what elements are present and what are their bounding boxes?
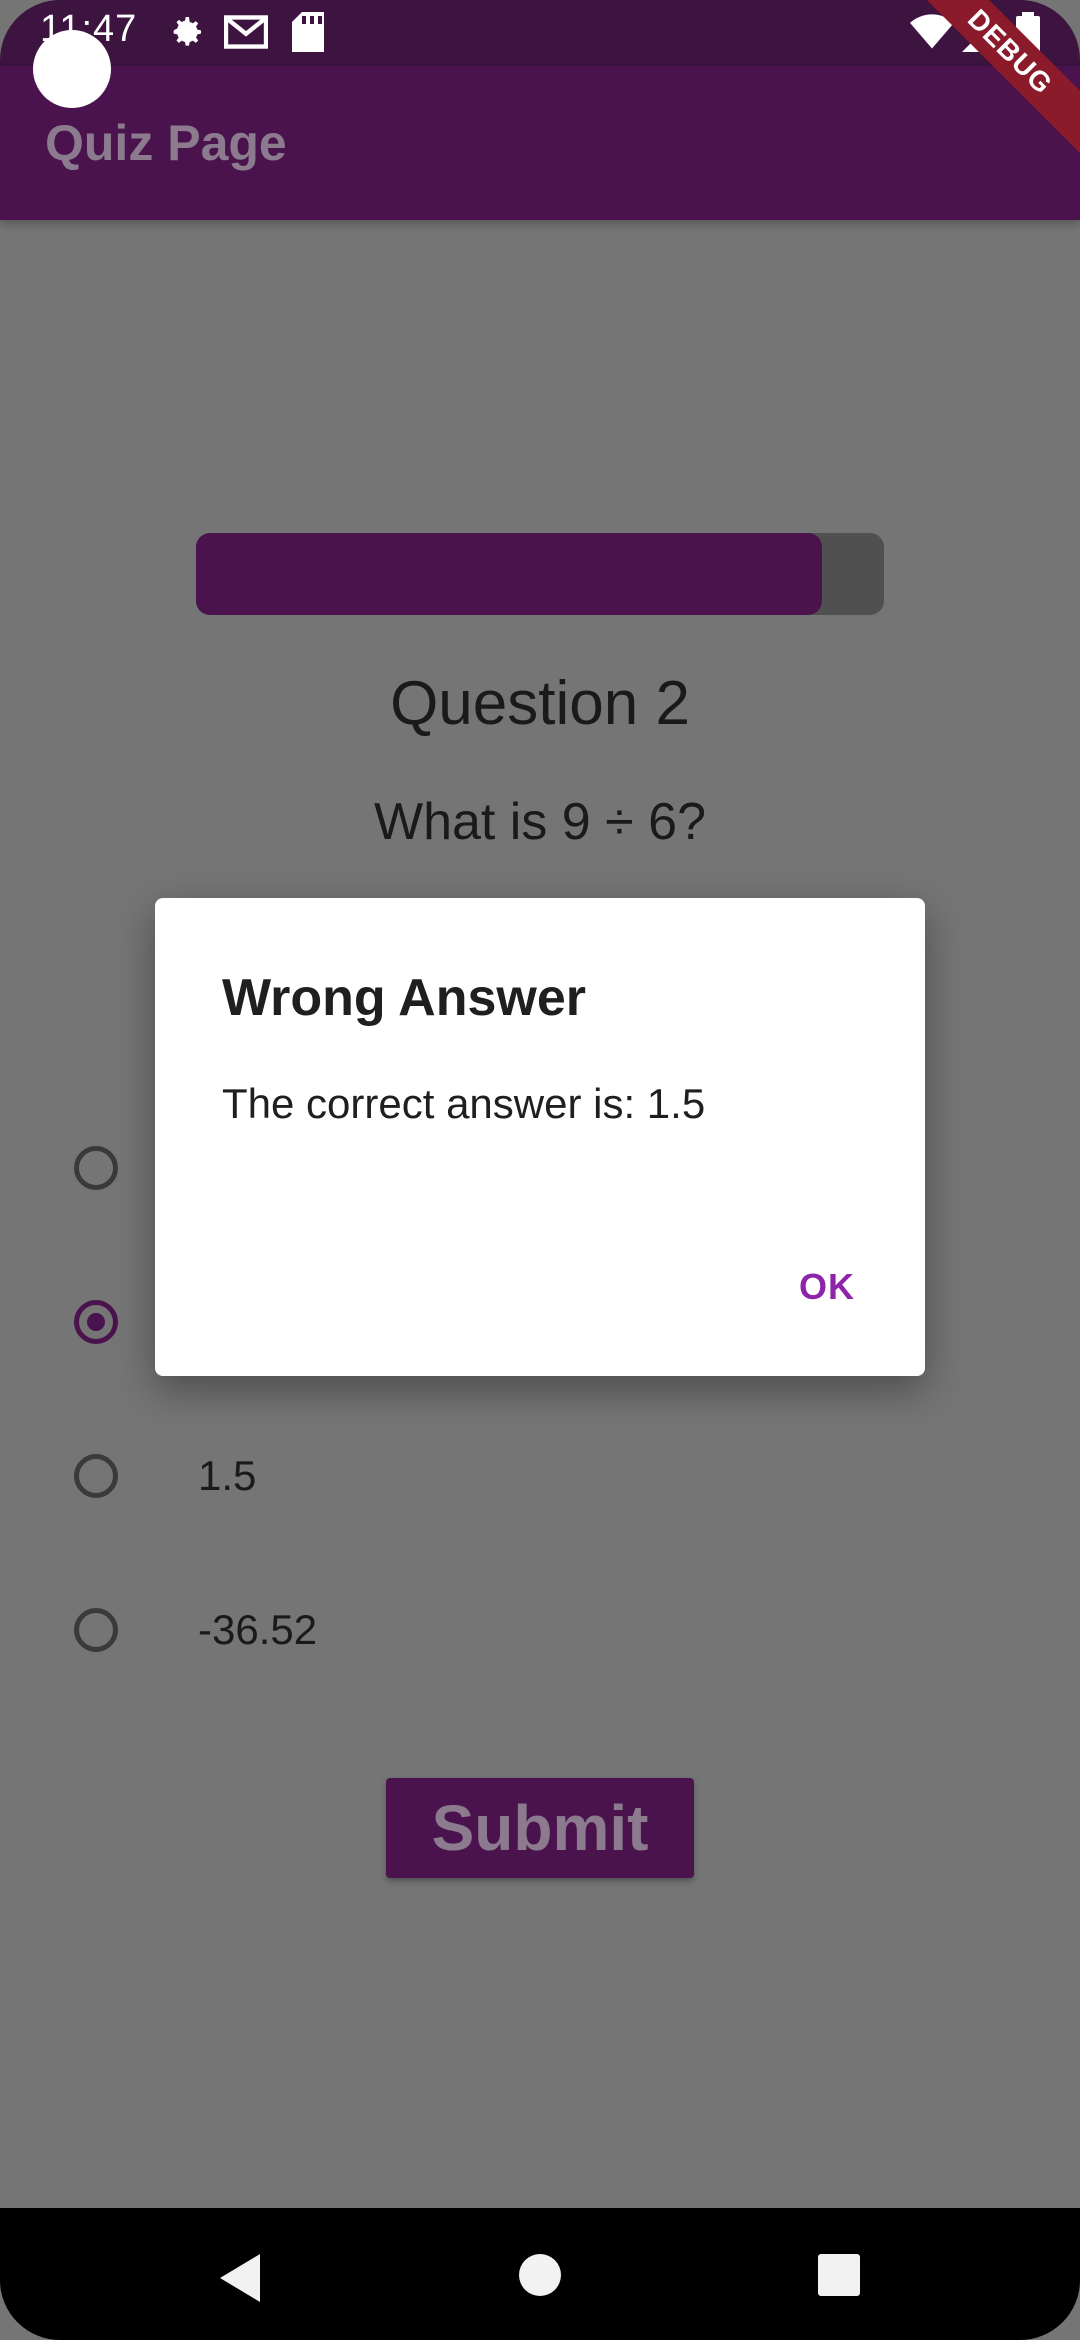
progress-bar bbox=[196, 533, 884, 615]
radio-button[interactable] bbox=[74, 1608, 118, 1652]
ok-button[interactable]: OK bbox=[799, 1266, 855, 1308]
home-icon[interactable] bbox=[519, 2254, 561, 2296]
recents-icon[interactable] bbox=[818, 2254, 860, 2296]
question-title: Question 2 bbox=[390, 669, 690, 738]
settings-gear-icon bbox=[166, 12, 206, 57]
app-bar: Quiz Page bbox=[0, 66, 1080, 220]
progress-fill bbox=[196, 533, 823, 615]
screen: 11:47 Quiz Page DEBUG Question 2 What is… bbox=[0, 0, 1080, 2340]
sd-card-icon bbox=[292, 12, 324, 57]
answer-option-3[interactable]: 1.5 bbox=[0, 1416, 1080, 1536]
dialog-message: The correct answer is: 1.5 bbox=[222, 1080, 706, 1127]
wrong-answer-dialog: Wrong Answer The correct answer is: 1.5 … bbox=[155, 898, 925, 1376]
status-bar: 11:47 bbox=[0, 0, 1080, 66]
answer-option-4[interactable]: -36.52 bbox=[0, 1570, 1080, 1690]
radio-button[interactable] bbox=[74, 1454, 118, 1498]
radio-button-selected[interactable] bbox=[74, 1300, 118, 1344]
page-title: Quiz Page bbox=[45, 115, 287, 171]
dialog-title: Wrong Answer bbox=[222, 969, 587, 1027]
radio-button[interactable] bbox=[74, 1146, 118, 1190]
navigation-bar bbox=[0, 2208, 1080, 2340]
submit-button[interactable]: Submit bbox=[386, 1778, 694, 1878]
back-icon[interactable] bbox=[220, 2254, 260, 2302]
option-label: 1.5 bbox=[198, 1452, 257, 1499]
option-label: -36.52 bbox=[198, 1606, 318, 1653]
question-text: What is 9 ÷ 6? bbox=[373, 793, 706, 851]
gmail-icon bbox=[223, 12, 269, 57]
camera-cutout bbox=[33, 30, 111, 108]
